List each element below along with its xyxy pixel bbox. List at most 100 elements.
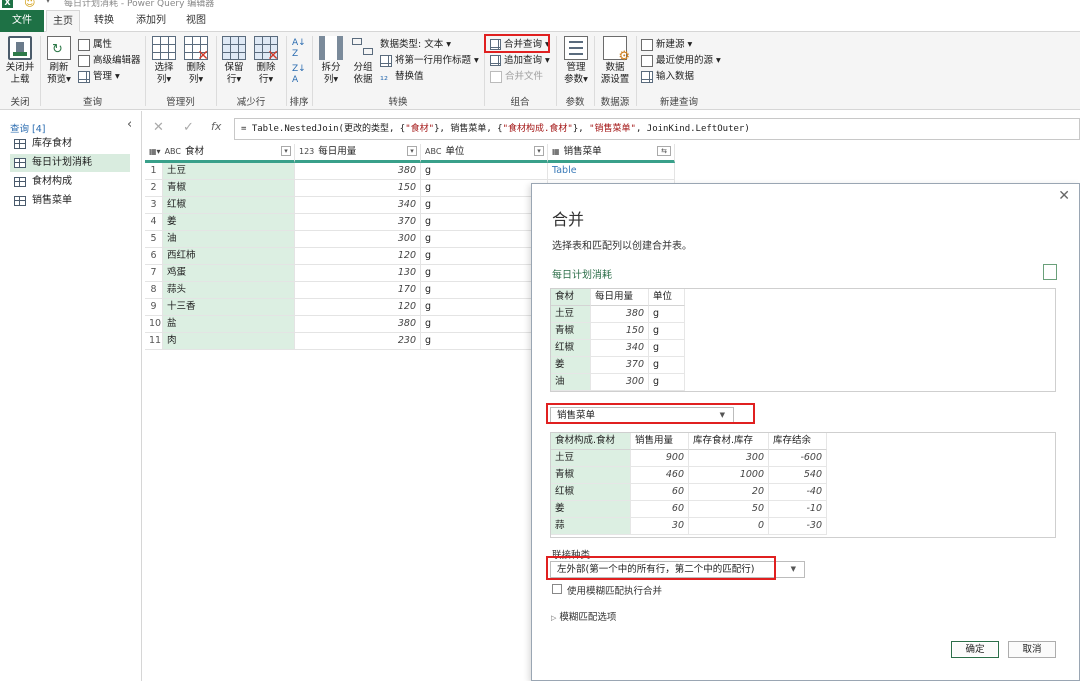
dialog-subtitle: 选择表和匹配列以创建合并表。 bbox=[552, 241, 692, 252]
table-type-icon[interactable]: ▦ bbox=[552, 144, 560, 159]
datasource-settings-icon: ⚙ bbox=[603, 36, 630, 63]
sort-ascending-icon[interactable]: A↓ Z bbox=[292, 38, 306, 60]
row-number: 8 bbox=[145, 282, 163, 299]
number-type-icon[interactable]: 123 bbox=[299, 144, 314, 159]
split-column-button[interactable]: 拆分 列▾ bbox=[317, 36, 345, 86]
properties-button[interactable]: 属性 bbox=[78, 37, 112, 52]
manage-button[interactable]: 管理 ▾ bbox=[78, 69, 120, 84]
refresh-preview-button[interactable]: ↻ 刷新 预览▾ bbox=[43, 36, 75, 86]
quick-access-dropdown-icon[interactable]: ▾ bbox=[46, 0, 50, 5]
recent-sources-button[interactable]: 最近使用的源 ▾ bbox=[641, 53, 721, 68]
properties-icon bbox=[78, 38, 90, 51]
preview-cell: -40 bbox=[769, 484, 827, 501]
table-icon bbox=[14, 196, 26, 206]
fuzzy-options-expander[interactable]: ▷ 模糊匹配选项 bbox=[551, 609, 616, 623]
ribbon-tab-row: 文件 主页 转换 添加列 视图 bbox=[0, 10, 1080, 32]
group-label-sort: 排序 bbox=[289, 97, 309, 108]
preview-cell: g bbox=[649, 323, 685, 340]
refresh-preview-icon[interactable] bbox=[1043, 264, 1057, 280]
filter-dropdown-icon[interactable]: ▾ bbox=[281, 146, 291, 156]
preview-cell: g bbox=[649, 340, 685, 357]
filter-dropdown-icon[interactable]: ▾ bbox=[407, 146, 417, 156]
filter-dropdown-icon[interactable]: ▾ bbox=[534, 146, 544, 156]
preview-cell: -10 bbox=[769, 501, 827, 518]
preview-cell: 20 bbox=[689, 484, 769, 501]
queries-header: 查询 [4] bbox=[10, 124, 46, 135]
preview-column-header[interactable]: 库存结余 bbox=[769, 433, 827, 450]
new-source-button[interactable]: 新建源 ▾ bbox=[641, 37, 692, 52]
group-label-transform: 转换 bbox=[388, 97, 408, 108]
tab-file[interactable]: 文件 bbox=[0, 10, 44, 32]
sort-descending-icon[interactable]: Z↓ A bbox=[292, 64, 306, 86]
group-by-button[interactable]: 分组 依据 bbox=[349, 36, 377, 86]
refresh-label-2: 预览▾ bbox=[47, 74, 71, 85]
tab-add-column[interactable]: 添加列 bbox=[130, 10, 172, 32]
preview-cell: 青椒 bbox=[551, 467, 631, 484]
replace-values-button[interactable]: ₁₂ 替换值 bbox=[380, 69, 424, 84]
remove-columns-button[interactable]: 删除 列▾ bbox=[182, 36, 210, 86]
manage-parameters-button[interactable]: 管理 参数▾ bbox=[561, 36, 591, 86]
preview-cell: 300 bbox=[591, 374, 649, 391]
fx-icon[interactable]: fx bbox=[211, 120, 221, 133]
advanced-editor-button[interactable]: 高级编辑器 bbox=[78, 53, 141, 68]
tab-view[interactable]: 视图 bbox=[180, 10, 212, 32]
group-label-manage-columns: 管理列 bbox=[166, 97, 195, 108]
preview-column-header[interactable]: 食材构成.食材 bbox=[551, 433, 631, 450]
preview-cell: 青椒 bbox=[551, 323, 591, 340]
datasource-settings-button[interactable]: ⚙ 数据 源设置 bbox=[598, 36, 632, 86]
dialog-close-icon[interactable]: ✕ bbox=[1058, 188, 1070, 204]
ingredient-cell: 西红柿 bbox=[163, 248, 295, 265]
keep-rows-icon bbox=[222, 36, 246, 60]
use-first-row-headers-button[interactable]: 将第一行用作标题 ▾ bbox=[380, 53, 479, 68]
expand-column-icon[interactable]: ⇆ bbox=[657, 146, 671, 156]
preview-column-header[interactable]: 单位 bbox=[649, 289, 685, 306]
query-item-ingredients[interactable]: 食材构成 bbox=[10, 173, 130, 191]
close-and-load-button[interactable]: 关闭并 上载 bbox=[2, 36, 38, 86]
table-menu-icon[interactable]: ▦▾ bbox=[149, 144, 161, 159]
data-type-dropdown[interactable]: 数据类型: 文本 ▾ bbox=[380, 37, 451, 52]
dialog-title: 合并 bbox=[552, 210, 585, 229]
row-number: 4 bbox=[145, 214, 163, 231]
text-type-icon[interactable]: ABC bbox=[425, 144, 441, 159]
append-queries-button[interactable]: 追加查询 ▾ bbox=[490, 53, 550, 68]
keep-rows-button[interactable]: 保留 行▾ bbox=[220, 36, 248, 86]
unit-cell: g bbox=[421, 333, 548, 350]
remove-rows-button[interactable]: 删除 行▾ bbox=[252, 36, 280, 86]
column-header-ingredient[interactable]: ▦▾ ABC 食材 ▾ bbox=[145, 144, 295, 163]
ingredient-cell: 肉 bbox=[163, 333, 295, 350]
ingredient-cell: 十三香 bbox=[163, 299, 295, 316]
column-header-unit[interactable]: ABC 单位 ▾ bbox=[421, 144, 548, 163]
choose-columns-button[interactable]: 选择 列▾ bbox=[150, 36, 178, 86]
fuzzy-match-checkbox[interactable] bbox=[552, 584, 562, 594]
preview-column-header[interactable]: 每日用量 bbox=[591, 289, 649, 306]
text-type-icon[interactable]: ABC bbox=[165, 144, 181, 159]
table-link-cell[interactable]: Table bbox=[548, 163, 675, 180]
ok-button[interactable]: 确定 bbox=[951, 641, 999, 658]
preview-column-header[interactable]: 食材 bbox=[551, 289, 591, 306]
row-number: 2 bbox=[145, 180, 163, 197]
amount-cell: 340 bbox=[295, 197, 421, 214]
preview-column-header[interactable]: 库存食材.库存 bbox=[689, 433, 769, 450]
column-header-sales-menu[interactable]: ▦ 销售菜单 ⇆ bbox=[548, 144, 675, 163]
tab-home[interactable]: 主页 bbox=[46, 10, 80, 32]
cancel-formula-icon[interactable]: ✕ bbox=[153, 120, 164, 135]
enter-data-button[interactable]: 输入数据 bbox=[641, 69, 694, 84]
combine-files-button[interactable]: 合并文件 bbox=[490, 69, 543, 84]
cancel-button[interactable]: 取消 bbox=[1008, 641, 1056, 658]
tab-transform[interactable]: 转换 bbox=[88, 10, 120, 32]
smiley-feedback-icon[interactable]: ☺ bbox=[24, 0, 35, 9]
formula-input[interactable]: = Table.NestedJoin(更改的类型, {"食材"}, 销售菜单, … bbox=[234, 118, 1080, 140]
query-item-daily-plan[interactable]: 每日计划消耗 bbox=[10, 154, 130, 172]
preview-column-header[interactable]: 销售用量 bbox=[631, 433, 689, 450]
table-icon bbox=[14, 139, 26, 149]
amount-cell: 380 bbox=[295, 163, 421, 180]
query-item-inventory[interactable]: 库存食材 bbox=[10, 135, 130, 153]
column-header-daily-amount[interactable]: 123 每日用量 ▾ bbox=[295, 144, 421, 163]
query-item-sales-menu[interactable]: 销售菜单 bbox=[10, 192, 130, 210]
collapse-panel-icon[interactable]: ‹ bbox=[127, 117, 132, 132]
amount-cell: 370 bbox=[295, 214, 421, 231]
accept-formula-icon[interactable]: ✓ bbox=[183, 120, 194, 135]
row-number: 5 bbox=[145, 231, 163, 248]
preview-cell: g bbox=[649, 357, 685, 374]
preview-cell: 60 bbox=[631, 484, 689, 501]
